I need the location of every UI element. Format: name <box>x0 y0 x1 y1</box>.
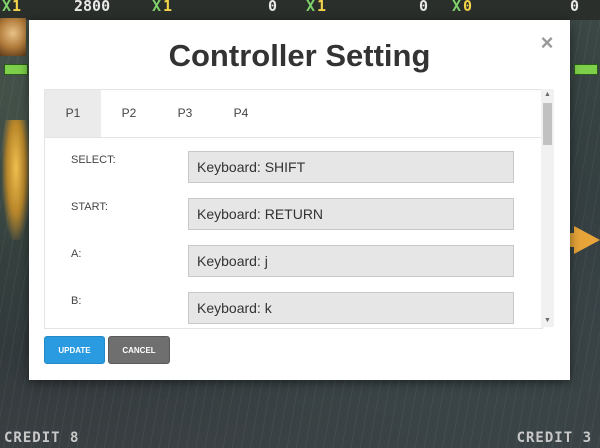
scroll-up-icon[interactable]: ▲ <box>541 89 554 101</box>
player-tabs: P1 P2 P3 P4 <box>45 90 542 138</box>
go-arrow-icon <box>574 226 600 254</box>
p3-lives-marker: X <box>306 0 316 15</box>
binding-row-start: START: Keyboard: RETURN <box>45 185 542 232</box>
p2-score: 0 <box>268 0 278 15</box>
tab-p4[interactable]: P4 <box>213 90 269 137</box>
modal-title: Controller Setting <box>168 38 431 73</box>
cancel-button[interactable]: CANCEL <box>108 336 170 364</box>
p1-lives-marker: X <box>2 0 12 15</box>
scroll-thumb[interactable] <box>543 103 552 145</box>
binding-list: SELECT: Keyboard: SHIFT START: Keyboard:… <box>45 138 542 326</box>
p1-lives: 1 <box>12 0 22 15</box>
player-portrait <box>0 18 26 56</box>
p1-score: 2800 <box>74 0 111 15</box>
p4-score: 0 <box>570 0 580 15</box>
p4-lives-marker: X <box>452 0 462 15</box>
settings-panel: P1 P2 P3 P4 SELECT: Keyboard: SHIFT STAR… <box>44 89 543 329</box>
p2-lives-marker: X <box>152 0 162 15</box>
close-icon[interactable]: × <box>538 32 556 54</box>
p2-lives: 1 <box>163 0 173 15</box>
credit-left: CREDIT 8 <box>4 430 80 446</box>
select-key-field[interactable]: Keyboard: SHIFT <box>188 151 514 183</box>
game-hud: X 1 2800 X 1 0 X 1 0 X 0 0 <box>0 0 600 20</box>
panel-scrollbar[interactable]: ▲ ▼ <box>541 89 554 327</box>
tab-p2[interactable]: P2 <box>101 90 157 137</box>
credit-right: CREDIT 3 <box>516 430 592 446</box>
p3-lives: 1 <box>317 0 327 15</box>
b-key-field[interactable]: Keyboard: k <box>188 292 514 324</box>
binding-row-select: SELECT: Keyboard: SHIFT <box>45 138 542 185</box>
a-key-field[interactable]: Keyboard: j <box>188 245 514 277</box>
binding-label: B: <box>71 295 82 307</box>
update-button[interactable]: UPDATE <box>44 336 105 364</box>
binding-row-b: B: Keyboard: k <box>45 279 542 326</box>
tab-p1[interactable]: P1 <box>45 90 101 137</box>
start-key-field[interactable]: Keyboard: RETURN <box>188 198 514 230</box>
p1-health-bar <box>4 64 28 75</box>
p4-health-bar <box>574 64 598 75</box>
fighter-sprite <box>2 120 30 240</box>
controller-setting-modal: Controller Setting × P1 P2 P3 P4 SELECT:… <box>29 20 570 380</box>
binding-row-a: A: Keyboard: j <box>45 232 542 279</box>
scroll-down-icon[interactable]: ▼ <box>541 315 554 327</box>
binding-label: A: <box>71 248 82 260</box>
p4-lives: 0 <box>463 0 473 15</box>
binding-label: START: <box>71 201 108 213</box>
p3-score: 0 <box>419 0 429 15</box>
binding-label: SELECT: <box>71 154 116 166</box>
tab-p3[interactable]: P3 <box>157 90 213 137</box>
